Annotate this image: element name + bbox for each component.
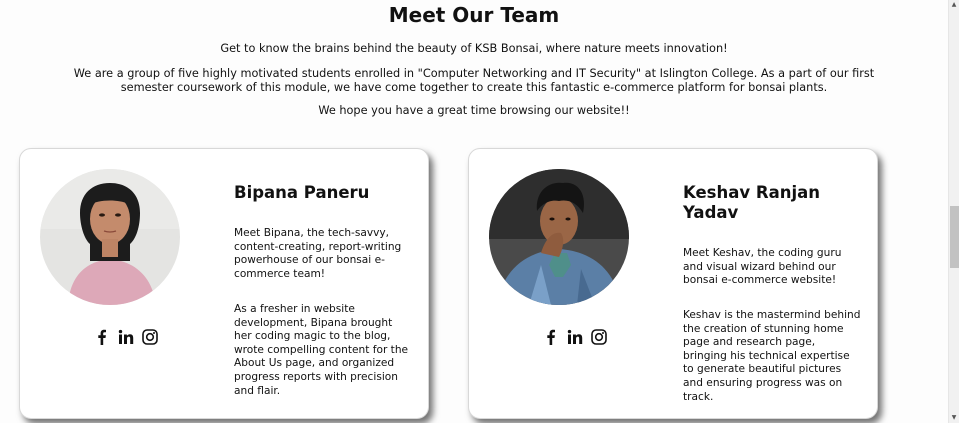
team-card-bipana: Bipana Paneru Meet Bipana, the tech-savv… — [19, 148, 429, 419]
member-bio-detail: Keshav is the mastermind behind the crea… — [683, 309, 861, 403]
facebook-icon[interactable] — [543, 329, 559, 345]
avatar — [40, 169, 180, 305]
scroll-down-arrow-icon[interactable]: ▼ — [949, 413, 959, 422]
member-name: Keshav Ranjan Yadav — [683, 183, 821, 222]
instagram-icon[interactable] — [591, 329, 607, 345]
member-name: Bipana Paneru — [234, 183, 370, 202]
scroll-up-arrow-icon[interactable]: ▲ — [949, 0, 959, 9]
page-title: Meet Our Team — [388, 3, 560, 27]
team-page: Meet Our Team Get to know the brains beh… — [0, 0, 948, 423]
social-links — [543, 329, 607, 345]
team-card-keshav: Keshav Ranjan Yadav Meet Keshav, the cod… — [468, 148, 878, 419]
intro-description: We are a group of five highly motivated … — [73, 67, 875, 94]
social-links — [94, 329, 158, 345]
linkedin-icon[interactable] — [567, 329, 583, 345]
member-bio-detail: As a fresher in website development, Bip… — [234, 303, 409, 397]
profile-photo — [40, 169, 180, 305]
linkedin-icon[interactable] — [118, 329, 134, 345]
member-bio-intro: Meet Bipana, the tech-savvy, content-cre… — [234, 227, 402, 280]
facebook-icon[interactable] — [94, 329, 110, 345]
profile-photo — [489, 169, 629, 305]
instagram-icon[interactable] — [142, 329, 158, 345]
vertical-scrollbar[interactable]: ▲ ▼ — [948, 0, 959, 423]
intro-closing: We hope you have a great time browsing o… — [318, 104, 630, 117]
scrollbar-thumb[interactable] — [950, 206, 959, 268]
member-bio-intro: Meet Keshav, the coding guru and visual … — [683, 247, 842, 287]
intro-tagline: Get to know the brains behind the beauty… — [220, 42, 728, 55]
avatar — [489, 169, 629, 305]
